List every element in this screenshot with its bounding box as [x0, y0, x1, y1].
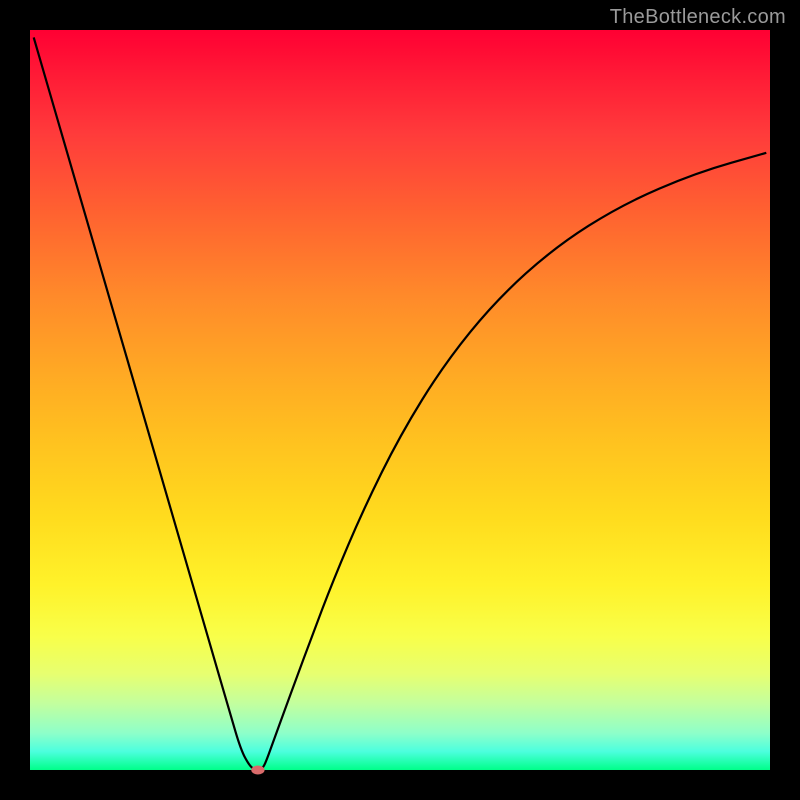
optimum-point-marker — [251, 766, 264, 775]
chart-frame: TheBottleneck.com — [0, 0, 800, 800]
chart-svg — [30, 30, 770, 770]
plot-area — [30, 30, 770, 770]
bottleneck-curve — [34, 37, 767, 770]
watermark-text: TheBottleneck.com — [610, 6, 786, 29]
